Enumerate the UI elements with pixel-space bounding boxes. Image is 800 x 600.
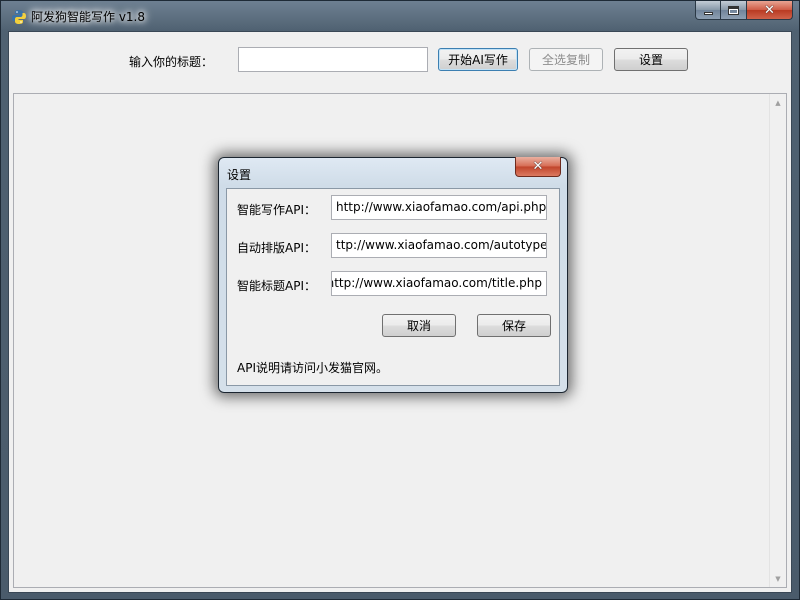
cancel-button[interactable]: 取消: [382, 314, 456, 337]
window-title: 阿发狗智能写作 v1.8: [31, 10, 146, 24]
scroll-up-arrow-icon[interactable]: ▲: [770, 94, 786, 111]
close-icon: ✕: [764, 2, 775, 18]
maximize-icon: [728, 5, 739, 15]
title-api-label: 智能标题API：: [237, 279, 316, 293]
writing-api-input[interactable]: http://www.xiaofamao.com/api.php: [331, 195, 547, 220]
vertical-scrollbar[interactable]: ▲ ▼: [769, 94, 786, 587]
title-api-input[interactable]: http://www.xiaofamao.com/title.php: [331, 271, 547, 296]
close-icon: ✕: [532, 159, 544, 174]
window-controls: ✕: [695, 1, 793, 20]
autotype-api-input[interactable]: ttp://www.xiaofamao.com/autotype.: [331, 233, 547, 258]
dialog-body: 智能写作API： http://www.xiaofamao.com/api.ph…: [226, 188, 560, 386]
start-ai-writing-button[interactable]: 开始AI写作: [438, 48, 518, 71]
title-bar[interactable]: 阿发狗智能写作 v1.8 ✕: [1, 1, 799, 31]
close-button[interactable]: ✕: [747, 1, 793, 20]
writing-api-value: http://www.xiaofamao.com/api.php: [336, 200, 547, 214]
maximize-button[interactable]: [721, 1, 747, 20]
title-input[interactable]: [238, 47, 428, 72]
select-all-copy-button[interactable]: 全选复制: [529, 48, 603, 71]
settings-dialog: 设置 ✕ 智能写作API： http://www.xiaofamao.com/a…: [218, 157, 568, 393]
python-app-icon: [11, 9, 27, 25]
scroll-down-arrow-icon[interactable]: ▼: [770, 570, 786, 587]
minimize-button[interactable]: [695, 1, 721, 20]
autotype-api-value: ttp://www.xiaofamao.com/autotype.: [336, 238, 547, 252]
title-label: 输入你的标题：: [129, 55, 214, 69]
writing-api-label: 智能写作API：: [237, 203, 316, 217]
minimize-icon: [703, 11, 713, 15]
title-api-value: http://www.xiaofamao.com/title.php: [331, 276, 542, 290]
save-button[interactable]: 保存: [477, 314, 551, 337]
api-note: API说明请访问小发猫官网。: [237, 361, 388, 375]
dialog-title: 设置: [227, 168, 252, 182]
settings-button[interactable]: 设置: [614, 48, 688, 71]
autotype-api-label: 自动排版API：: [237, 241, 316, 255]
dialog-close-button[interactable]: ✕: [515, 157, 561, 177]
